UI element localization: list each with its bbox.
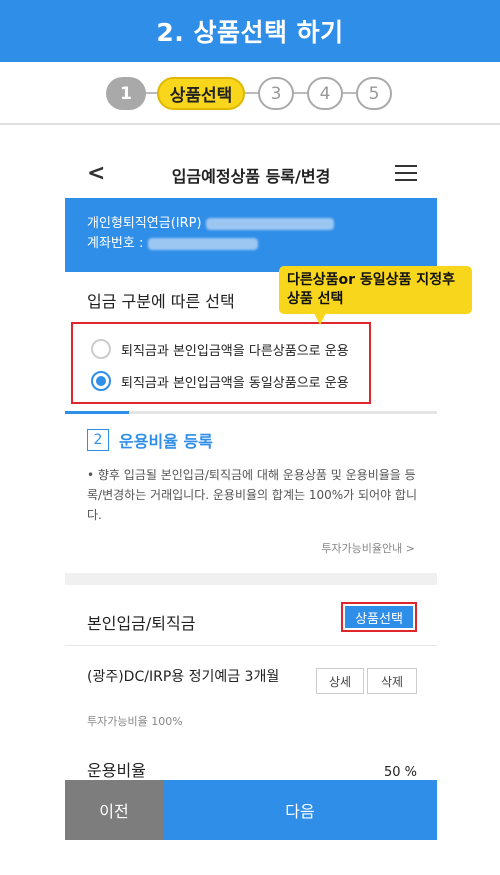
masked-plan-number: [205, 217, 334, 230]
tooltip-arrow: [314, 313, 326, 325]
radio-option-different[interactable]: 퇴직금과 본인입금액을 다른상품으로 운용: [91, 338, 349, 360]
step-2-active: 상품선택: [157, 77, 245, 110]
section-divider: [65, 573, 437, 585]
phone-frame: < 입금예정상품 등록/변경 개인형퇴직연금(IRP) 계좌번호 : 입금 구분…: [65, 125, 437, 840]
section-deposit-type-title: 입금 구분에 따른 선택: [87, 292, 235, 311]
product-invest-ratio: 투자가능비율 100%: [87, 715, 183, 728]
section-description: • 향후 입금될 본인입금/퇴직금에 대해 운용상품 및 운용비율을 등록/변경…: [87, 468, 418, 522]
next-button[interactable]: 다음: [163, 780, 437, 840]
product-section-title: 본인입금/퇴직금: [87, 614, 196, 633]
invest-ratio-guide-link[interactable]: 투자가능비율안내 >: [321, 540, 415, 556]
select-product-button-highlight: 상품선택: [341, 602, 417, 632]
page-header: 2. 상품선택 하기: [0, 0, 500, 62]
radio-option-same[interactable]: 퇴직금과 본인입금액을 동일상품으로 운용: [91, 370, 349, 392]
guide-tooltip: 다른상품or 동일상품 지정후 상품 선택: [279, 266, 472, 314]
detail-button[interactable]: 상세: [316, 668, 364, 694]
ratio-value[interactable]: 50 %: [384, 765, 417, 780]
header-title: 2. 상품선택 하기: [156, 18, 344, 47]
nav-title: 입금예정상품 등록/변경: [171, 167, 331, 186]
step-1: 1: [106, 77, 146, 110]
tooltip-line-1: 다른상품or 동일상품 지정후: [287, 272, 455, 288]
section-title: 운용비율 등록: [119, 432, 213, 451]
radio-label: 퇴직금과 본인입금액을 다른상품으로 운용: [121, 343, 349, 359]
step-5: 5: [356, 77, 392, 110]
tooltip-line-2: 상품 선택: [287, 291, 344, 307]
radio-selected-icon[interactable]: [91, 371, 111, 391]
nav-bar: < 입금예정상품 등록/변경: [65, 155, 437, 195]
plan-label: 개인형퇴직연금(IRP): [87, 216, 202, 231]
back-chevron-icon[interactable]: <: [87, 161, 105, 186]
product-name: (광주)DC/IRP용 정기예금 3개월: [87, 669, 280, 685]
prev-button[interactable]: 이전: [65, 780, 163, 840]
masked-account-number: [147, 237, 258, 250]
account-label: 계좌번호 :: [87, 236, 144, 251]
radio-label: 퇴직금과 본인입금액을 동일상품으로 운용: [121, 375, 349, 391]
select-product-button[interactable]: 상품선택: [345, 606, 413, 628]
delete-button[interactable]: 삭제: [367, 668, 417, 694]
section-number: 2: [87, 429, 109, 451]
progress-bar: [65, 411, 437, 414]
section-2-header: 2 운용비율 등록: [87, 428, 213, 452]
radio-highlight-box: 퇴직금과 본인입금액을 다른상품으로 운용 퇴직금과 본인입금액을 동일상품으로…: [71, 322, 371, 404]
step-3: 3: [258, 77, 294, 110]
account-banner: 개인형퇴직연금(IRP) 계좌번호 :: [65, 198, 437, 272]
ratio-label: 운용비율: [87, 761, 146, 780]
step-4: 4: [307, 77, 343, 110]
hamburger-menu-icon[interactable]: [395, 165, 417, 183]
divider: [65, 645, 437, 646]
radio-icon[interactable]: [91, 339, 111, 359]
